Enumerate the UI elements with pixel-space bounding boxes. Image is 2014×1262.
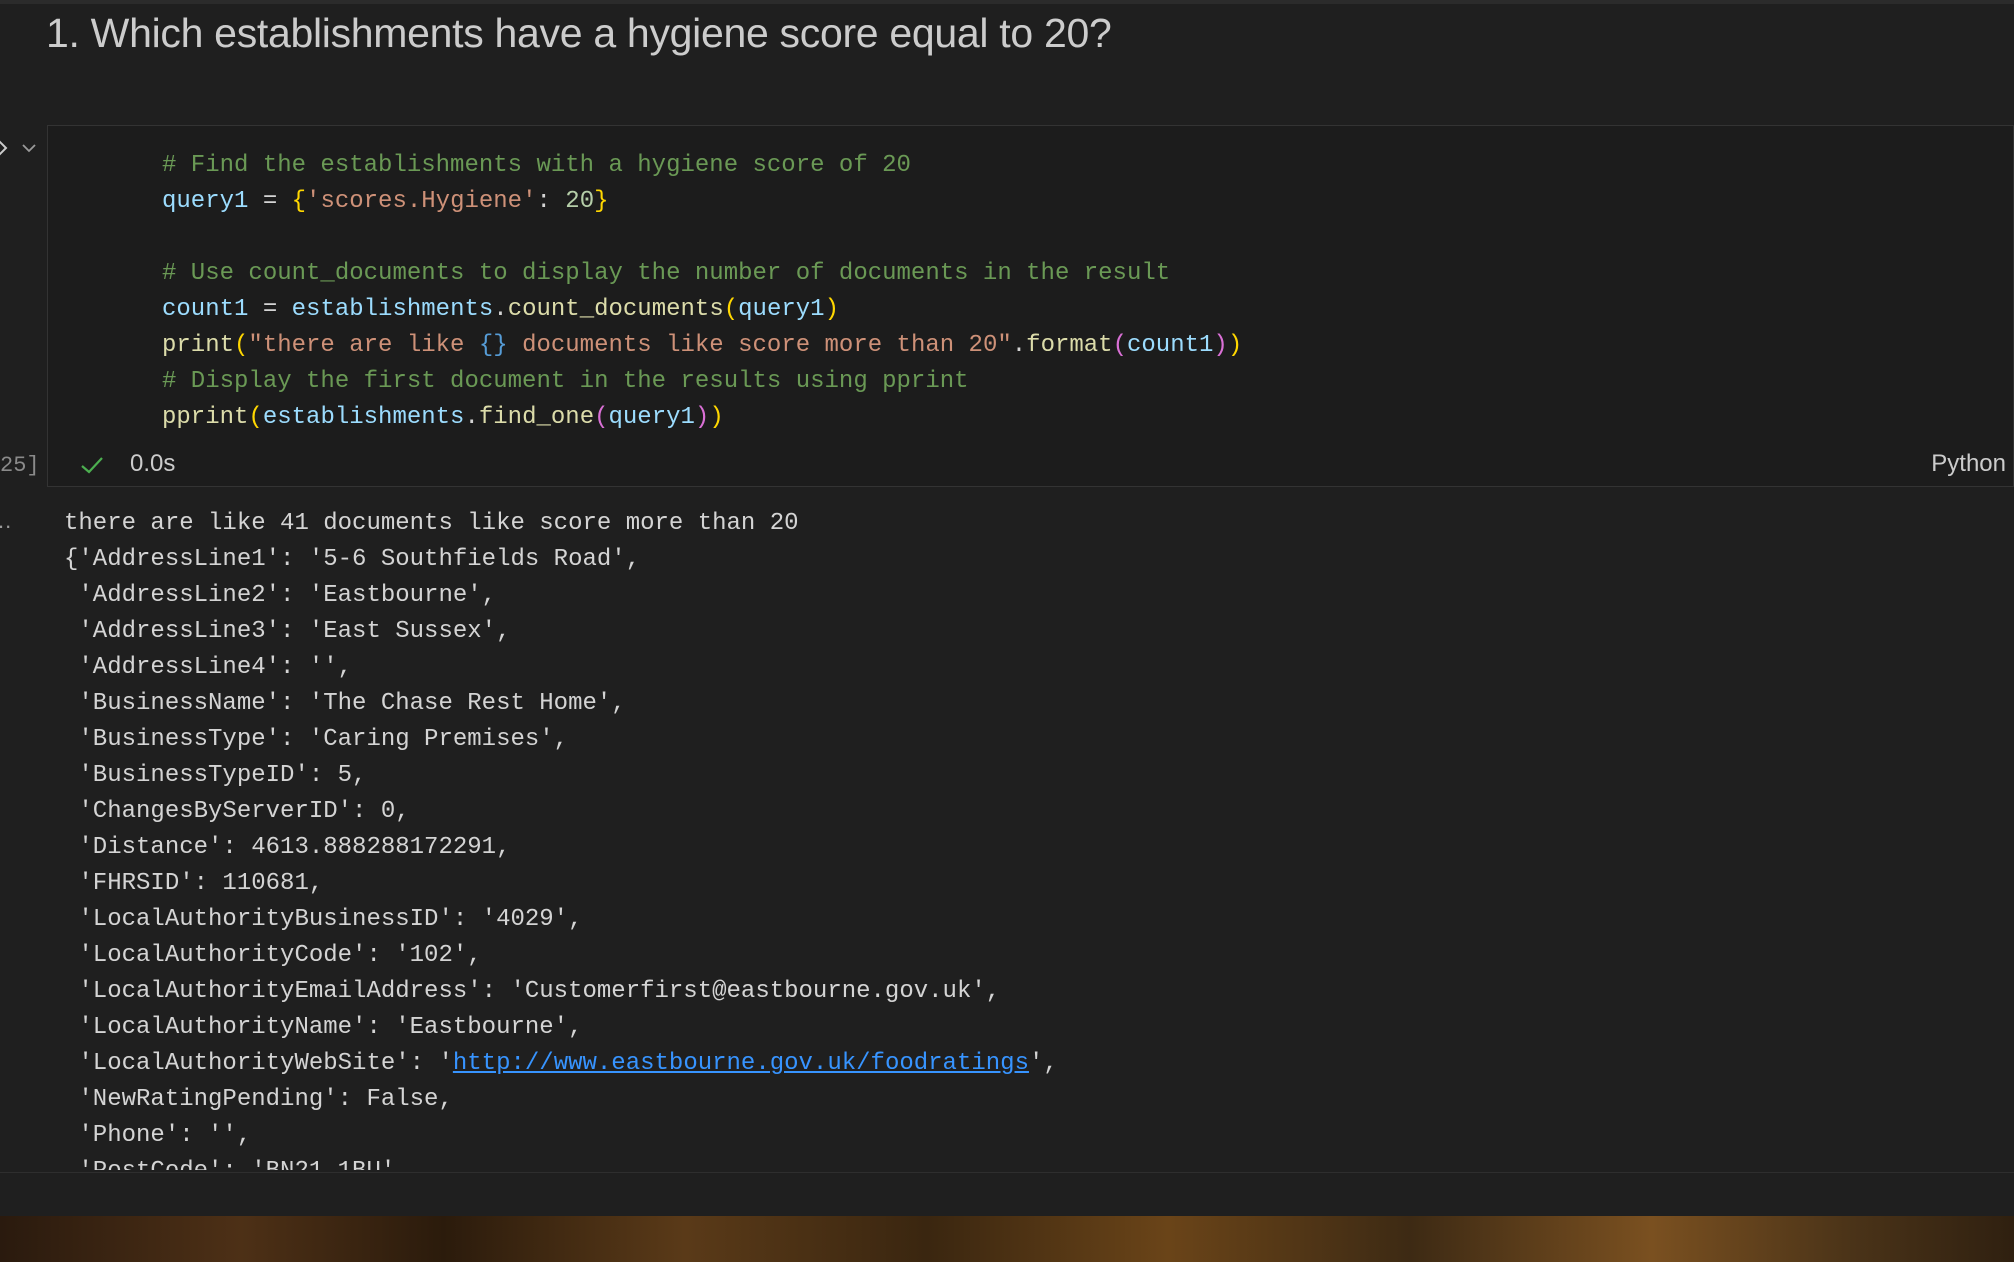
output-line: 'LocalAuthorityCode': '102', [64,942,482,969]
output-line-website: 'LocalAuthorityWebSite': 'http://www.eas… [64,1050,1058,1077]
output-line: 'PostCode': 'BN21 1BU', [64,1154,2004,1170]
code-line-8: pprint(establishments.find_one(query1)) [162,404,724,431]
code-line-4: # Use count_documents to display the num… [162,260,1171,287]
output-line: 'AddressLine4': '', [64,654,353,681]
output-line: 'NewRatingPending': False, [64,1086,453,1113]
markdown-heading: 1. Which establishments have a hygiene s… [46,10,1112,56]
output-line: 'LocalAuthorityName': 'Eastbourne', [64,1014,583,1041]
output-line: 'Distance': 4613.888288172291, [64,834,511,861]
output-line: 'FHRSID': 110681, [64,870,324,897]
output-line: 'AddressLine3': 'East Sussex', [64,618,511,645]
output-line: 'BusinessName': 'The Chase Rest Home', [64,690,626,717]
code-cell[interactable]: # Find the establishments with a hygiene… [47,125,2014,487]
output-line: there are like 41 documents like score m… [64,510,799,537]
website-link[interactable]: http://www.eastbourne.gov.uk/foodratings [453,1050,1029,1077]
code-line-7: # Display the first document in the resu… [162,368,969,395]
editor-bottom-bar [0,1172,2014,1217]
output-line: 'Phone': '', [64,1122,252,1149]
output-line: {'AddressLine1': '5-6 Southfields Road', [64,546,641,573]
code-line-1: # Find the establishments with a hygiene… [162,152,911,179]
kernel-language-label[interactable]: Python [1931,450,2006,478]
code-line-6: print("there are like {} documents like … [162,332,1243,359]
output-line: 'LocalAuthorityEmailAddress': 'Customerf… [64,978,1001,1005]
output-line: 'BusinessTypeID': 5, [64,762,367,789]
chevron-down-icon[interactable] [20,141,38,155]
editor-top-border [0,0,2014,4]
check-icon [81,457,103,474]
output-menu-dots[interactable]: .. [0,508,12,534]
output-line: 'AddressLine2': 'Eastbourne', [64,582,497,609]
desktop-wallpaper [0,1216,2014,1262]
output-line: 'LocalAuthorityBusinessID': '4029', [64,906,583,933]
execution-count: 25] [0,453,40,478]
code-line-2: query1 = {'scores.Hygiene': 20} [162,188,609,215]
output-line: 'ChangesByServerID': 0, [64,798,410,825]
cell-output: there are like 41 documents like score m… [64,506,2004,1170]
code-line-5: count1 = establishments.count_documents(… [162,296,839,323]
run-cell-icon[interactable] [0,138,10,158]
execution-time: 0.0s [130,450,176,477]
output-line: 'BusinessType': 'Caring Premises', [64,726,569,753]
